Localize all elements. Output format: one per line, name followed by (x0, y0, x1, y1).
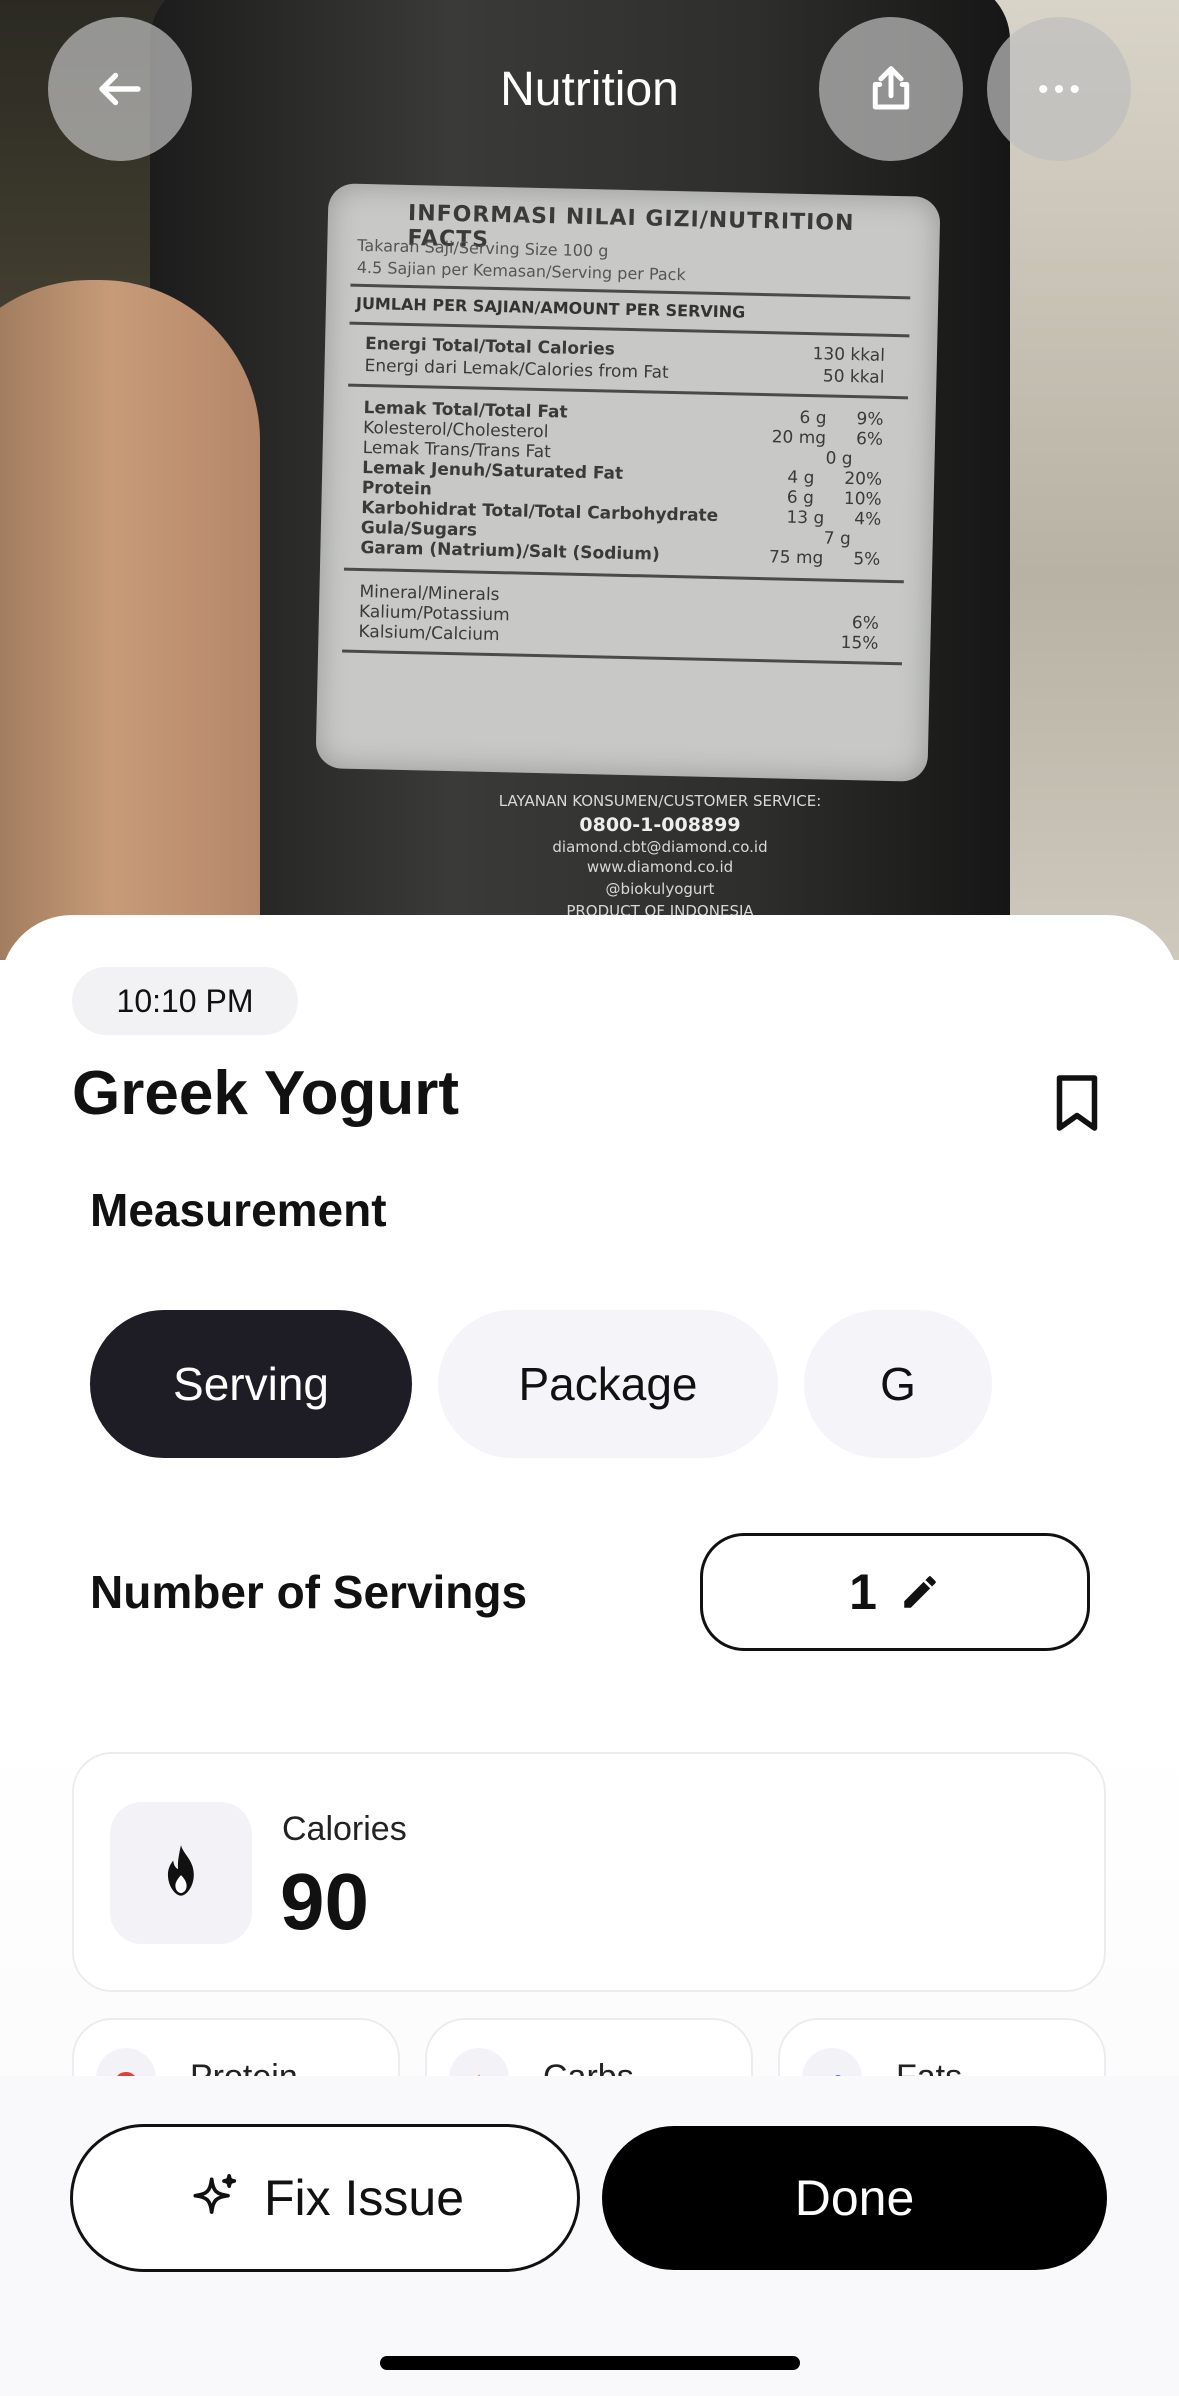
calories-card[interactable]: Calories 90 (72, 1752, 1106, 1992)
bookmark-icon[interactable] (1052, 1072, 1102, 1134)
measurement-option-package[interactable]: Package (438, 1310, 778, 1458)
food-name: Greek Yogurt (72, 1059, 460, 1128)
servings-label: Number of Servings (90, 1566, 528, 1618)
calories-label: Calories (282, 1810, 407, 1848)
more-button[interactable] (987, 17, 1131, 161)
food-photo: INFORMASI NILAI GIZI/NUTRITION FACTS Tak… (0, 0, 1179, 960)
servings-input[interactable]: 1 (700, 1533, 1090, 1651)
share-button[interactable] (819, 17, 963, 161)
measurement-option-grams[interactable]: G (804, 1310, 992, 1458)
fix-issue-label: Fix Issue (263, 2170, 465, 2226)
calories-icon-box (110, 1802, 252, 1944)
calories-value: 90 (280, 1857, 369, 1946)
customer-service-email: diamond.cbt@diamond.co.id (552, 838, 768, 856)
share-icon (872, 66, 910, 110)
more-horizontal-icon (1039, 84, 1079, 94)
servings-value: 1 (849, 1564, 877, 1620)
customer-service-phone: 0800-1-008899 (579, 814, 741, 836)
nutrition-facts-label: INFORMASI NILAI GIZI/NUTRITION FACTS Tak… (315, 183, 941, 782)
pencil-icon (904, 1576, 936, 1608)
measurement-option-serving[interactable]: Serving (90, 1310, 412, 1458)
home-indicator (380, 2356, 800, 2370)
fix-issue-button[interactable]: Fix Issue (70, 2124, 580, 2272)
flame-icon (167, 1845, 194, 1896)
label-amount-header: JUMLAH PER SAJIAN/AMOUNT PER SERVING (355, 293, 746, 322)
sparkle-icon (193, 2173, 237, 2214)
measurement-label: Measurement (90, 1184, 387, 1236)
label-servings-per-pack: 4.5 Sajian per Kemasan/Serving per Pack (356, 257, 686, 285)
thumb (0, 280, 260, 960)
customer-service-website: www.diamond.co.id (586, 858, 734, 876)
label-divider (343, 567, 904, 584)
time-badge: 10:10 PM (72, 967, 298, 1035)
customer-service-label: LAYANAN KONSUMEN/CUSTOMER SERVICE: (498, 792, 822, 810)
social-handle: @biokulyogurt (605, 880, 715, 898)
done-button[interactable]: Done (602, 2126, 1107, 2270)
